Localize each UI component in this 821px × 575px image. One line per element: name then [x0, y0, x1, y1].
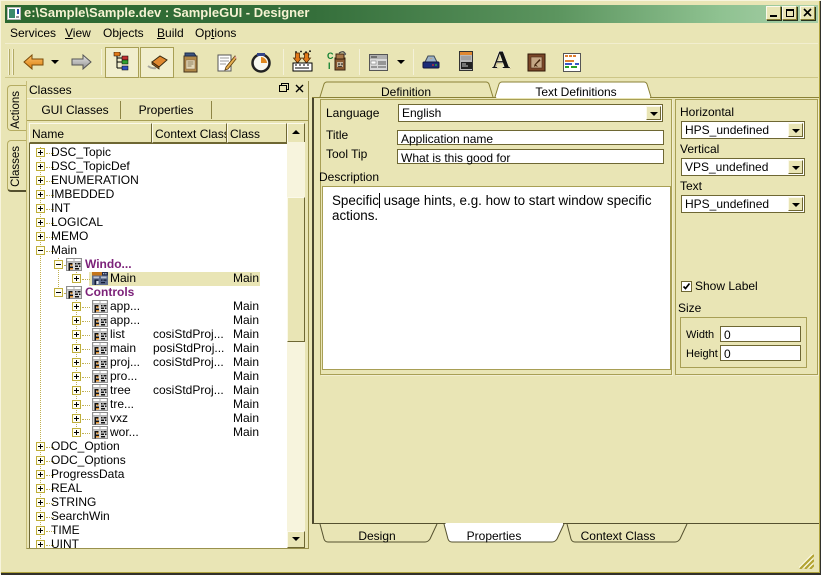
- svg-text:I: I: [328, 61, 331, 71]
- svg-text:A: A: [492, 51, 510, 71]
- svg-text:C: C: [327, 51, 334, 61]
